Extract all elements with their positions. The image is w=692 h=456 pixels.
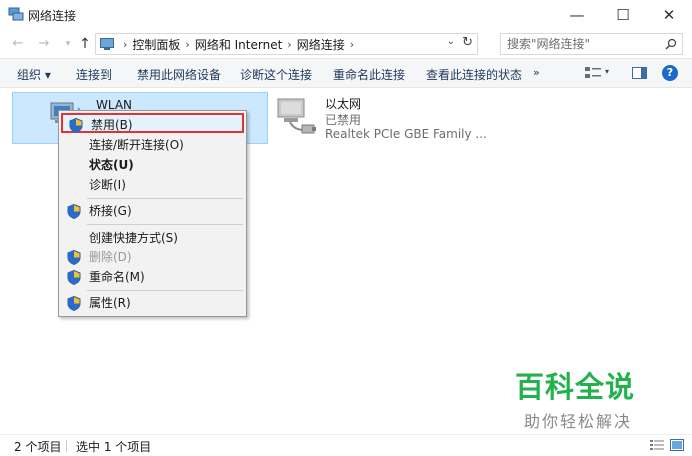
menu-item-connect[interactable]: 连接/断开连接(O) — [61, 135, 244, 155]
uac-shield-icon — [67, 270, 81, 285]
breadcrumb-network-connections[interactable]: 网络连接 — [297, 36, 345, 53]
diagnose-connection-button[interactable]: 诊断这个连接 — [240, 66, 312, 83]
help-button[interactable]: ? — [662, 65, 678, 81]
menu-divider — [87, 290, 243, 291]
menu-item-rename[interactable]: 重命名(M) — [61, 267, 244, 287]
menu-item-connect-label: 连接/断开连接(O) — [89, 138, 184, 152]
breadcrumb-network-internet[interactable]: 网络和 Internet — [195, 36, 282, 53]
menu-item-status-label: 状态(U) — [89, 158, 134, 172]
maximize-button[interactable]: ☐ — [600, 0, 646, 30]
details-view-icon[interactable] — [650, 439, 664, 451]
breadcrumb-separator[interactable]: › — [180, 38, 194, 51]
command-bar: 组织 ▾ 连接到 禁用此网络设备 诊断这个连接 重命名此连接 查看此连接的状态 … — [0, 58, 692, 88]
address-bar[interactable]: › 控制面板 › 网络和 Internet › 网络连接 › ⌄ ↻ — [95, 33, 478, 55]
title-bar: 网络连接 — ☐ ✕ — [0, 0, 692, 30]
minimize-button[interactable]: — — [554, 0, 600, 30]
refresh-button[interactable]: ↻ — [462, 35, 473, 50]
watermark-title: 百科全说 — [515, 370, 636, 404]
forward-button[interactable]: → — [36, 35, 52, 53]
ethernet-connection-item[interactable]: 以太网 已禁用 Realtek PCIe GBE Family ... — [276, 92, 536, 144]
menu-item-shortcut[interactable]: 创建快捷方式(S) — [61, 228, 244, 248]
more-commands-button[interactable]: » — [533, 66, 540, 79]
menu-item-delete: 删除(D) — [61, 247, 244, 267]
window-title: 网络连接 — [28, 9, 77, 23]
ethernet-name: 以太网 — [325, 97, 362, 111]
menu-item-shortcut-label: 创建快捷方式(S) — [89, 231, 178, 245]
search-icon[interactable] — [665, 34, 677, 56]
watermark-logo: 百科全说 助你轻松解决 — [515, 364, 645, 432]
uac-shield-icon — [67, 250, 81, 265]
item-count: 2 个项目 — [14, 440, 62, 454]
menu-divider — [87, 224, 243, 225]
recent-locations-button[interactable]: ▾ — [60, 35, 76, 53]
menu-item-bridge-label: 桥接(G) — [89, 204, 132, 218]
connect-to-button[interactable]: 连接到 — [76, 66, 112, 83]
menu-item-disable[interactable]: 禁用(B) — [61, 113, 244, 133]
search-placeholder: 搜索"网络连接" — [507, 37, 591, 51]
menu-item-delete-label: 删除(D) — [89, 250, 132, 264]
disable-device-button[interactable]: 禁用此网络设备 — [137, 66, 221, 83]
close-button[interactable]: ✕ — [646, 0, 692, 30]
uac-shield-icon — [69, 118, 83, 133]
uac-shield-icon — [67, 204, 81, 219]
breadcrumb-separator[interactable]: › — [282, 38, 296, 51]
breadcrumb-control-panel[interactable]: 控制面板 — [132, 36, 180, 53]
navigation-bar: ← → ▾ ↑ › 控制面板 › 网络和 Internet › 网络连接 › ⌄… — [0, 30, 692, 58]
menu-item-status[interactable]: 状态(U) — [61, 155, 244, 175]
ethernet-adapter-icon — [277, 98, 316, 134]
context-menu: 禁用(B) 连接/断开连接(O) 状态(U) 诊断(I) 桥接(G) 创建快捷方… — [58, 110, 247, 317]
up-button[interactable]: ↑ — [77, 35, 93, 53]
back-button[interactable]: ← — [10, 35, 26, 53]
view-status-button[interactable]: 查看此连接的状态 — [426, 66, 522, 83]
menu-item-bridge[interactable]: 桥接(G) — [61, 201, 244, 221]
menu-item-disable-label: 禁用(B) — [91, 118, 133, 132]
network-connections-icon — [8, 7, 24, 21]
breadcrumb-separator[interactable]: › — [118, 38, 132, 51]
menu-item-properties[interactable]: 属性(R) — [61, 293, 244, 313]
rename-connection-button[interactable]: 重命名此连接 — [333, 66, 405, 83]
menu-item-diagnose[interactable]: 诊断(I) — [61, 175, 244, 195]
status-divider — [66, 440, 67, 452]
address-dropdown-button[interactable]: ⌄ — [447, 36, 455, 47]
breadcrumb-separator[interactable]: › — [345, 38, 359, 51]
ethernet-device: Realtek PCIe GBE Family ... — [325, 127, 487, 141]
status-bar: 2 个项目 选中 1 个项目 — [0, 434, 692, 456]
menu-item-diagnose-label: 诊断(I) — [89, 178, 126, 192]
selected-count: 选中 1 个项目 — [76, 440, 152, 454]
large-icons-view-icon[interactable] — [670, 439, 684, 451]
menu-item-rename-label: 重命名(M) — [89, 270, 145, 284]
menu-item-properties-label: 属性(R) — [89, 296, 131, 310]
uac-shield-icon — [67, 296, 81, 311]
menu-divider — [87, 198, 243, 199]
search-input[interactable]: 搜索"网络连接" — [500, 33, 683, 55]
control-panel-icon — [100, 38, 114, 50]
change-view-icon[interactable] — [584, 65, 602, 81]
preview-pane-icon[interactable] — [631, 65, 649, 81]
watermark-subtitle: 助你轻松解决 — [524, 412, 633, 431]
organize-menu[interactable]: 组织 ▾ — [17, 66, 51, 83]
ethernet-status: 已禁用 — [325, 113, 362, 127]
change-view-dropdown[interactable]: ▾ — [605, 67, 613, 83]
